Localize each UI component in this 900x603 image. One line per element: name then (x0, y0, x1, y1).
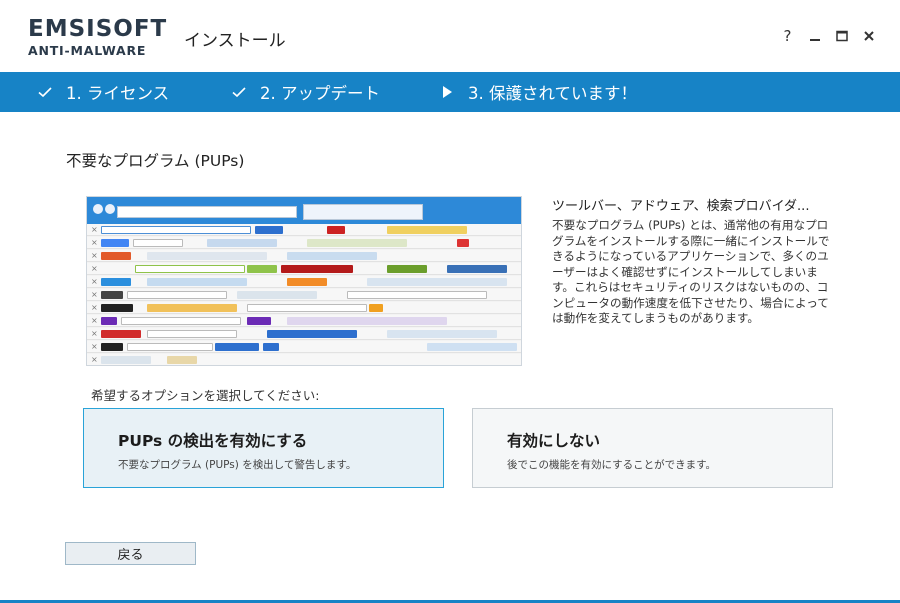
step-license: 1. ライセンス (36, 72, 169, 112)
installer-window: EMSISOFT ANTI-MALWARE インストール ? 1. ライセンス (0, 0, 900, 603)
back-button[interactable]: 戻る (65, 542, 196, 565)
maximize-button[interactable] (828, 26, 855, 46)
pup-description: ツールバー、アドウェア、検索プロバイダ... 不要なプログラム (PUPs) と… (552, 195, 837, 327)
close-button[interactable] (855, 26, 882, 46)
page-title: 不要なプログラム (PUPs) (66, 152, 245, 170)
title-bar: EMSISOFT ANTI-MALWARE インストール ? (0, 0, 900, 72)
step-protected: 3. 保護されています！ (438, 72, 637, 112)
step-label: 3. 保護されています！ (468, 84, 637, 103)
logo-name: EMSISOFT (28, 16, 168, 42)
pup-description-heading: ツールバー、アドウェア、検索プロバイダ... (552, 199, 810, 214)
help-button[interactable]: ? (774, 26, 801, 46)
checkmark-icon (36, 83, 54, 101)
progress-steps: 1. ライセンス 2. アップデート 3. 保護されています！ (0, 72, 900, 112)
step-update: 2. アップデート (230, 72, 380, 112)
option-description: 後でこの機能を有効にすることができます。 (507, 459, 717, 471)
toolbars-example-image: × × × × × × × × × × × (86, 196, 522, 366)
option-title: PUPs の検出を有効にする (118, 432, 308, 450)
option-prompt: 希望するオプションを選択してください: (91, 388, 320, 403)
disable-pup-detection-option[interactable]: 有効にしない 後でこの機能を有効にすることができます。 (472, 408, 833, 488)
close-icon (863, 31, 874, 41)
emsisoft-logo: EMSISOFT ANTI-MALWARE (28, 18, 167, 58)
logo-subtitle: ANTI-MALWARE (28, 43, 147, 58)
minimize-button[interactable] (801, 26, 828, 46)
window-title: インストール (184, 31, 286, 51)
checkmark-icon (230, 83, 248, 101)
play-arrow-icon (438, 83, 456, 101)
step-label: 1. ライセンス (66, 84, 170, 103)
maximize-icon (835, 30, 848, 42)
enable-pup-detection-option[interactable]: PUPs の検出を有効にする 不要なプログラム (PUPs) を検出して警告しま… (83, 408, 444, 488)
window-controls: ? (774, 26, 882, 46)
option-title: 有効にしない (507, 432, 601, 450)
pup-description-body: 不要なプログラム (PUPs) とは、通常他の有用なプログラムをインストールする… (552, 218, 830, 325)
option-description: 不要なプログラム (PUPs) を検出して警告します。 (118, 459, 357, 471)
minimize-icon (809, 39, 820, 41)
step-label: 2. アップデート (260, 84, 380, 103)
